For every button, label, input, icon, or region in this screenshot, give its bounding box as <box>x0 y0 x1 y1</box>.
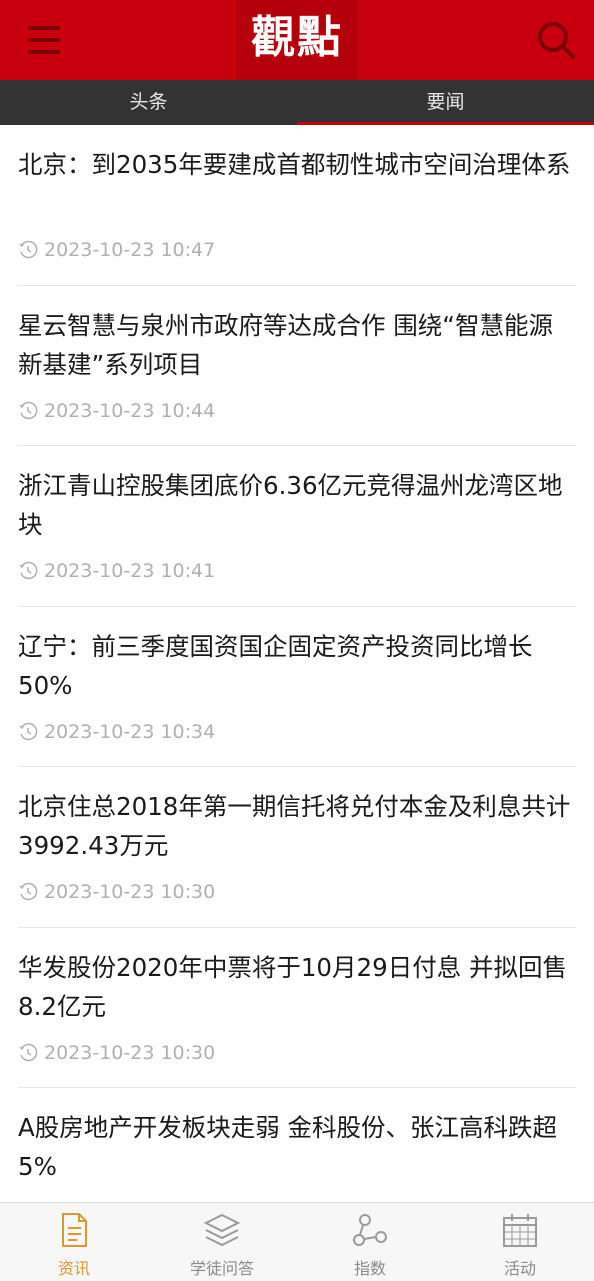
document-icon <box>62 1213 87 1247</box>
nav-events[interactable]: 活动 <box>446 1203 594 1281</box>
nav-label: 指数 <box>353 1259 386 1278</box>
app-header: 觀點 <box>0 0 594 80</box>
article-title[interactable]: 华发股份2020年中票将于10月29日付息 并拟回售8.2亿元 <box>18 948 576 1026</box>
calendar-icon <box>503 1214 537 1247</box>
nav-label: 学徒问答 <box>189 1259 254 1278</box>
search-icon[interactable] <box>534 18 578 62</box>
list-item[interactable]: 辽宁：前三季度国资国企固定资产投资同比增长50% 2023-10-23 10:3… <box>18 607 576 767</box>
article-meta: 2023-10-23 10:47 <box>18 237 215 263</box>
tab-headlines[interactable]: 头条 <box>0 80 297 125</box>
article-title[interactable]: 星云智慧与泉州市政府等达成合作 围绕“智慧能源新基建”系列项目 <box>18 306 576 384</box>
nav-label: 资讯 <box>57 1259 90 1278</box>
article-time: 2023-10-23 10:34 <box>44 720 216 743</box>
logo: 觀點 <box>236 0 358 80</box>
article-meta: 2023-10-23 10:30 <box>18 1040 215 1066</box>
layers-icon <box>203 1213 241 1247</box>
article-meta: 2023-10-23 10:44 <box>18 398 215 424</box>
article-title[interactable]: 浙江青山控股集团底价6.36亿元竞得温州龙湾区地块 <box>18 466 576 544</box>
article-meta: 2023-10-23 10:34 <box>18 719 215 745</box>
article-title[interactable]: 北京住总2018年第一期信托将兑付本金及利息共计3992.43万元 <box>18 787 576 865</box>
list-item[interactable]: 星云智慧与泉州市政府等达成合作 围绕“智慧能源新基建”系列项目 2023-10-… <box>18 286 576 446</box>
article-time: 2023-10-23 10:30 <box>44 1041 216 1064</box>
list-item[interactable]: 北京住总2018年第一期信托将兑付本金及利息共计3992.43万元 2023-1… <box>18 767 576 928</box>
article-list: 北京：到2035年要建成首都韧性城市空间治理体系 2023-10-23 10:4… <box>18 125 576 1249</box>
tab-bar: 头条 要闻 <box>0 80 594 125</box>
clock-icon <box>19 722 38 740</box>
clock-icon <box>19 401 38 419</box>
clock-icon <box>19 561 38 580</box>
article-time: 2023-10-23 10:47 <box>44 239 216 261</box>
nodes-icon <box>353 1214 387 1246</box>
list-item[interactable]: 华发股份2020年中票将于10月29日付息 并拟回售8.2亿元 2023-10-… <box>18 928 576 1088</box>
list-item[interactable]: 北京：到2035年要建成首都韧性城市空间治理体系 2023-10-23 10:4… <box>18 125 576 286</box>
nav-index[interactable]: 指数 <box>296 1203 444 1281</box>
clock-icon <box>19 240 38 259</box>
list-item[interactable]: 浙江青山控股集团底价6.36亿元竞得温州龙湾区地块 2023-10-23 10:… <box>18 446 576 607</box>
nav-label: 活动 <box>503 1259 536 1278</box>
article-meta: 2023-10-23 10:30 <box>18 879 215 905</box>
article-time: 2023-10-23 10:44 <box>44 399 216 422</box>
menu-icon[interactable] <box>28 26 60 54</box>
article-time: 2023-10-23 10:30 <box>44 881 216 903</box>
article-title[interactable]: 北京：到2035年要建成首都韧性城市空间治理体系 <box>18 145 576 184</box>
clock-icon <box>19 1043 38 1061</box>
bottom-nav: 资讯 学徒问答 指数 活动 <box>0 1202 594 1281</box>
article-time: 2023-10-23 10:41 <box>44 560 216 582</box>
article-title[interactable]: 辽宁：前三季度国资国企固定资产投资同比增长50% <box>18 627 576 705</box>
article-title[interactable]: A股房地产开发板块走弱 金科股份、张江高科跌超5% <box>18 1108 576 1186</box>
tab-important-news[interactable]: 要闻 <box>297 80 594 125</box>
nav-qa[interactable]: 学徒问答 <box>148 1203 296 1281</box>
article-meta: 2023-10-23 10:41 <box>18 558 215 584</box>
nav-news[interactable]: 资讯 <box>0 1203 148 1281</box>
logo-text: 觀點 <box>251 12 343 63</box>
clock-icon <box>19 882 38 901</box>
